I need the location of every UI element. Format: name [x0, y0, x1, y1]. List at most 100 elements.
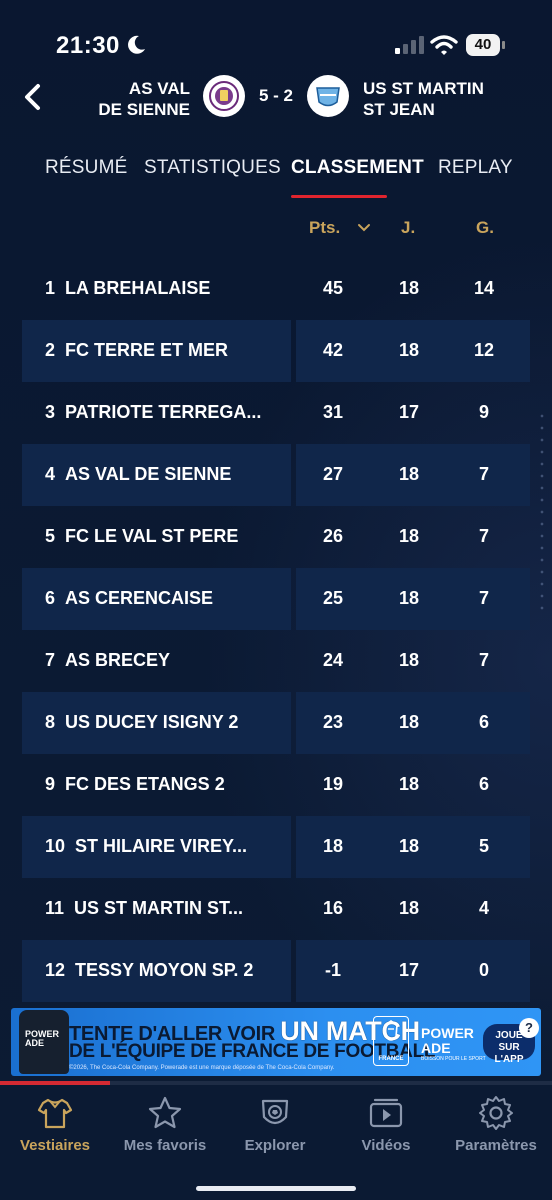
fff-badge-icon: FRANCE — [373, 1016, 409, 1066]
played: 18 — [398, 774, 420, 794]
rooster-icon — [384, 1020, 398, 1041]
nav-videos[interactable]: Vidéos — [331, 1093, 441, 1154]
team-name: 3 PATRIOTE TERREGA... — [45, 402, 305, 423]
battery-tip — [502, 41, 505, 49]
table-row[interactable]: 3 PATRIOTE TERREGA... 31 17 9 — [0, 382, 552, 444]
points: -1 — [324, 960, 341, 980]
won: 12 — [473, 340, 495, 360]
table-row[interactable]: 9 FC DES ETANGS 2 19 18 6 — [0, 754, 552, 816]
team-label: PATRIOTE TERREGA... — [65, 402, 262, 422]
won: 7 — [478, 526, 489, 546]
table-row[interactable]: 2 FC TERRE ET MER 42 18 12 — [0, 320, 552, 382]
gear-icon — [479, 1096, 513, 1130]
points: 19 — [322, 774, 344, 794]
team-name: 8 US DUCEY ISIGNY 2 — [45, 712, 305, 733]
column-header-played[interactable]: J. — [401, 218, 415, 238]
played: 18 — [398, 588, 420, 608]
team-name: 9 FC DES ETANGS 2 — [45, 774, 305, 795]
table-row[interactable]: 1 LA BREHALAISE 45 18 14 — [0, 258, 552, 320]
table-row[interactable]: 6 AS CERENCAISE 25 18 7 — [0, 568, 552, 630]
won: 0 — [478, 960, 489, 980]
away-team-line1: US ST MARTIN — [363, 79, 484, 98]
standings-table: 1 LA BREHALAISE 45 18 14 2 FC TERRE ET MER… — [0, 258, 552, 1002]
ad-help-icon[interactable]: ? — [519, 1018, 539, 1038]
nav-label: Explorer — [244, 1137, 306, 1154]
column-header-points[interactable]: Pts. — [309, 218, 340, 238]
nav-label: Mes favoris — [123, 1137, 207, 1154]
decorative-dots — [536, 410, 548, 610]
team-name: 1 LA BREHALAISE — [45, 278, 305, 299]
battery-level: 40 — [466, 34, 500, 56]
team-label: FC TERRE ET MER — [65, 340, 229, 360]
played: 18 — [398, 650, 420, 670]
battery-indicator: 40 — [466, 34, 506, 56]
rank: 5 — [45, 526, 56, 546]
rank: 12 — [45, 960, 66, 980]
home-team-logo[interactable] — [203, 75, 245, 117]
column-header-won[interactable]: G. — [476, 218, 494, 238]
rank: 9 — [45, 774, 56, 794]
table-row[interactable]: 4 AS VAL DE SIENNE 27 18 7 — [0, 444, 552, 506]
away-team-name[interactable]: US ST MARTIN ST JEAN — [363, 78, 523, 120]
played: 17 — [398, 960, 420, 980]
tab-resume[interactable]: RÉSUMÉ — [45, 157, 128, 179]
won: 7 — [478, 464, 489, 484]
won: 7 — [478, 650, 489, 670]
team-label: AS VAL DE SIENNE — [65, 464, 232, 484]
team-name: 4 AS VAL DE SIENNE — [45, 464, 305, 485]
team-label: FC LE VAL ST PERE — [65, 526, 239, 546]
active-tab-indicator — [291, 195, 387, 198]
powerade-logo: POWER ADE — [421, 1026, 474, 1056]
points: 27 — [322, 464, 344, 484]
team-name: 10 ST HILAIRE VIREY... — [45, 836, 305, 857]
tab-bar: RÉSUMÉ STATISTIQUES CLASSEMENT REPLAY — [0, 155, 552, 205]
team-name: 11 US ST MARTIN ST... — [45, 898, 305, 919]
home-team-name[interactable]: AS VAL DE SIENNE — [40, 78, 190, 120]
nav-mes-favoris[interactable]: Mes favoris — [110, 1093, 220, 1154]
team-name: 5 FC LE VAL ST PERE — [45, 526, 305, 547]
tab-classement[interactable]: CLASSEMENT — [291, 157, 424, 179]
rank: 8 — [45, 712, 56, 732]
table-row[interactable]: 5 FC LE VAL ST PERE 26 18 7 — [0, 506, 552, 568]
brand-line2: ADE — [421, 1040, 451, 1056]
away-team-line2: ST JEAN — [363, 100, 435, 119]
team-name: 12 TESSY MOYON SP. 2 — [45, 960, 305, 981]
nav-label: Vestiaires — [19, 1137, 91, 1154]
brand-subtitle: BOISSON POUR LE SPORT — [421, 1056, 486, 1062]
table-row[interactable]: 10 ST HILAIRE VIREY... 18 18 5 — [0, 816, 552, 878]
nav-vestiaires[interactable]: Vestiaires — [0, 1093, 110, 1154]
points: 23 — [322, 712, 344, 732]
team-name: 2 FC TERRE ET MER — [45, 340, 305, 361]
jersey-icon — [37, 1098, 73, 1129]
wifi-icon — [430, 35, 458, 55]
ad-banner[interactable]: POWER ADE TENTE D'ALLER VOIR UN MATCH DE… — [11, 1008, 541, 1076]
rank: 1 — [45, 278, 56, 298]
played: 18 — [398, 464, 420, 484]
table-row[interactable]: 11 US ST MARTIN ST... 16 18 4 — [0, 878, 552, 940]
standings-header: Pts. J. G. — [0, 208, 552, 248]
table-row[interactable]: 12 TESSY MOYON SP. 2 -1 17 0 — [0, 940, 552, 1002]
table-row[interactable]: 8 US DUCEY ISIGNY 2 23 18 6 — [0, 692, 552, 754]
nav-explorer[interactable]: Explorer — [220, 1093, 330, 1154]
tab-statistiques[interactable]: STATISTIQUES — [144, 157, 281, 179]
team-name: 6 AS CERENCAISE — [45, 588, 305, 609]
table-row[interactable]: 7 AS BRECEY 24 18 7 — [0, 630, 552, 692]
ad-fine-print: ©2026, The Coca-Cola Company. Powerade e… — [69, 1065, 335, 1071]
rank: 2 — [45, 340, 56, 360]
brand-line1: POWER — [421, 1025, 474, 1041]
nav-label: Vidéos — [361, 1137, 411, 1154]
nav-label: Paramètres — [455, 1137, 537, 1154]
team-label: TESSY MOYON SP. 2 — [75, 960, 254, 980]
away-team-logo[interactable] — [307, 75, 349, 117]
tab-replay[interactable]: REPLAY — [438, 157, 513, 179]
cta-line2: SUR L'APP — [494, 1042, 524, 1065]
nav-parametres[interactable]: Paramètres — [441, 1093, 551, 1154]
home-crest-icon — [209, 81, 239, 111]
home-indicator[interactable] — [196, 1186, 356, 1191]
points: 25 — [322, 588, 344, 608]
won: 7 — [478, 588, 489, 608]
home-team-line1: AS VAL — [128, 79, 190, 98]
points: 31 — [322, 402, 344, 422]
rank: 3 — [45, 402, 56, 422]
sort-chevron-down-icon[interactable] — [356, 220, 372, 236]
